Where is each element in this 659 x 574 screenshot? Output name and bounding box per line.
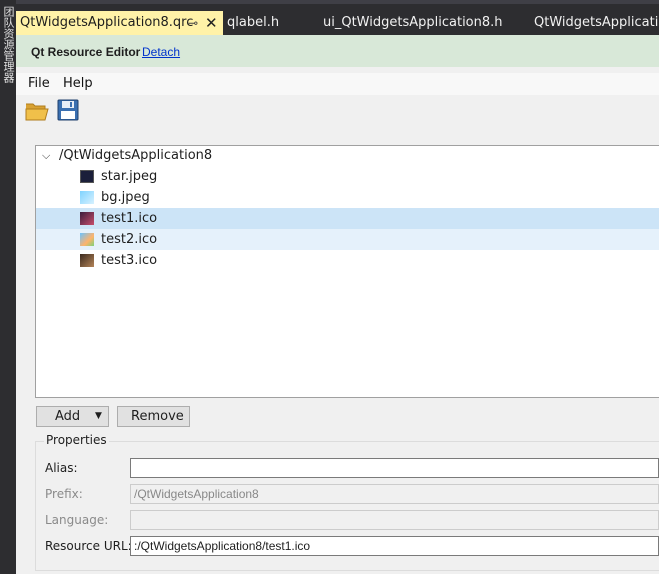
remove-button[interactable]: Remove xyxy=(117,406,190,427)
tab-ui-header[interactable]: ui_QtWidgetsApplication8.h xyxy=(323,11,503,35)
tab-label: QtWidgetsApplication8.qrc xyxy=(20,15,194,30)
tab-label: qlabel.h xyxy=(227,15,280,30)
tab-label: QtWidgetsApplication xyxy=(534,15,659,30)
alias-label: Alias: xyxy=(45,461,78,475)
menu-bar: File Help xyxy=(16,73,659,95)
language-input xyxy=(130,510,659,530)
editor-title: Qt Resource Editor xyxy=(31,45,141,59)
remove-label: Remove xyxy=(131,409,184,424)
alias-input[interactable] xyxy=(130,458,659,478)
tab-bar-edge xyxy=(16,0,659,4)
close-icon[interactable]: ✕ xyxy=(205,11,218,35)
language-label: Language: xyxy=(45,513,109,527)
file-name: test3.ico xyxy=(101,253,158,268)
tab-label: ui_QtWidgetsApplication8.h xyxy=(323,15,503,30)
properties-title: Properties xyxy=(44,433,109,447)
image-file-icon xyxy=(80,212,94,225)
document-tab-bar: QtWidgetsApplication8.qrc ⊸ ✕ qlabel.h u… xyxy=(16,0,659,35)
open-button[interactable] xyxy=(24,97,54,127)
image-file-icon xyxy=(80,191,94,204)
file-name: test1.ico xyxy=(101,211,158,226)
tab-qrc-file[interactable]: QtWidgetsApplication8.qrc ⊸ ✕ xyxy=(16,11,223,35)
dropdown-arrow-icon[interactable]: ▼ xyxy=(95,407,102,426)
team-explorer-label[interactable]: 团队资源管理器 xyxy=(1,6,15,83)
folder-open-icon xyxy=(25,103,49,121)
detach-link[interactable]: Detach xyxy=(142,45,180,59)
tree-file-item[interactable]: test2.ico xyxy=(36,229,659,250)
file-name: test2.ico xyxy=(101,232,158,247)
toolbar xyxy=(16,97,659,129)
menu-help[interactable]: Help xyxy=(63,76,93,91)
resource-url-label: Resource URL: xyxy=(45,539,132,553)
tab-qt-application[interactable]: QtWidgetsApplication xyxy=(534,11,659,35)
side-panel-strip[interactable]: 团队资源管理器 xyxy=(0,0,16,574)
add-button[interactable]: Add ▼ xyxy=(36,406,109,427)
image-file-icon xyxy=(80,233,94,246)
add-label: Add xyxy=(55,409,81,424)
tree-prefix-node[interactable]: ⌵ /QtWidgetsApplication8 xyxy=(36,146,659,166)
tree-file-item[interactable]: test3.ico xyxy=(36,250,659,271)
resource-url-field[interactable]: :/QtWidgetsApplication8/test1.ico xyxy=(130,536,659,556)
tree-file-item[interactable]: test1.ico xyxy=(36,208,659,229)
prefix-input: /QtWidgetsApplication8 xyxy=(130,484,659,504)
save-icon xyxy=(57,99,79,121)
image-file-icon xyxy=(80,254,94,267)
file-name: bg.jpeg xyxy=(101,190,150,205)
chevron-down-icon[interactable]: ⌵ xyxy=(42,146,50,166)
qt-resource-editor: Qt Resource Editor Detach File Help ⌵ /Q… xyxy=(16,35,659,574)
tree-file-item[interactable]: bg.jpeg xyxy=(36,187,659,208)
resource-tree[interactable]: ⌵ /QtWidgetsApplication8 star.jpeg bg.jpe… xyxy=(35,145,659,398)
image-file-icon xyxy=(80,170,94,183)
tree-file-item[interactable]: star.jpeg xyxy=(36,166,659,187)
tab-qlabel-h[interactable]: qlabel.h xyxy=(227,11,279,35)
menu-file[interactable]: File xyxy=(28,76,50,91)
file-name: star.jpeg xyxy=(101,169,158,184)
pin-icon[interactable]: ⊸ xyxy=(188,11,198,35)
save-button[interactable] xyxy=(55,97,85,127)
prefix-label: /QtWidgetsApplication8 xyxy=(59,148,213,163)
editor-header: Qt Resource Editor Detach xyxy=(16,35,659,67)
prefix-label-field: Prefix: xyxy=(45,487,83,501)
